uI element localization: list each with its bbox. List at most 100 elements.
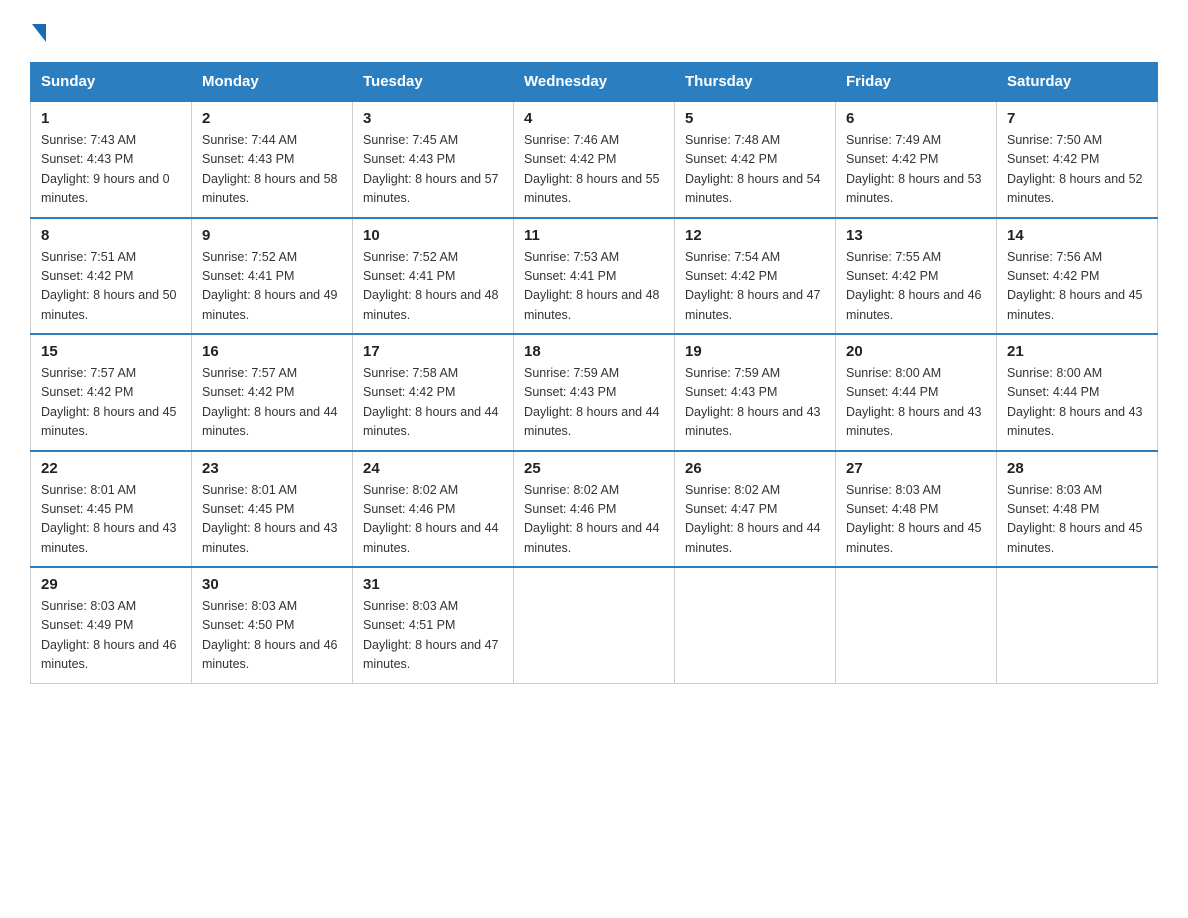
calendar-header-row: SundayMondayTuesdayWednesdayThursdayFrid…: [31, 63, 1158, 102]
day-number: 11: [524, 227, 664, 244]
day-number: 14: [1007, 227, 1147, 244]
day-info: Sunrise: 7:57 AMSunset: 4:42 PMDaylight:…: [202, 366, 338, 438]
calendar-week-row: 1 Sunrise: 7:43 AMSunset: 4:43 PMDayligh…: [31, 101, 1158, 218]
day-info: Sunrise: 7:48 AMSunset: 4:42 PMDaylight:…: [685, 133, 821, 205]
day-info: Sunrise: 7:59 AMSunset: 4:43 PMDaylight:…: [685, 366, 821, 438]
day-number: 17: [363, 343, 503, 360]
day-number: 8: [41, 227, 181, 244]
day-info: Sunrise: 8:02 AMSunset: 4:46 PMDaylight:…: [524, 483, 660, 555]
calendar-week-row: 29 Sunrise: 8:03 AMSunset: 4:49 PMDaylig…: [31, 567, 1158, 683]
day-number: 29: [41, 576, 181, 593]
logo: [30, 20, 48, 42]
calendar-cell: 30 Sunrise: 8:03 AMSunset: 4:50 PMDaylig…: [192, 567, 353, 683]
col-header-sunday: Sunday: [31, 63, 192, 102]
day-number: 20: [846, 343, 986, 360]
calendar-cell: 19 Sunrise: 7:59 AMSunset: 4:43 PMDaylig…: [675, 334, 836, 451]
day-number: 21: [1007, 343, 1147, 360]
day-info: Sunrise: 8:03 AMSunset: 4:50 PMDaylight:…: [202, 599, 338, 671]
day-number: 12: [685, 227, 825, 244]
day-number: 13: [846, 227, 986, 244]
col-header-friday: Friday: [836, 63, 997, 102]
calendar-week-row: 8 Sunrise: 7:51 AMSunset: 4:42 PMDayligh…: [31, 218, 1158, 335]
day-info: Sunrise: 7:45 AMSunset: 4:43 PMDaylight:…: [363, 133, 499, 205]
day-info: Sunrise: 7:44 AMSunset: 4:43 PMDaylight:…: [202, 133, 338, 205]
day-info: Sunrise: 8:01 AMSunset: 4:45 PMDaylight:…: [41, 483, 177, 555]
calendar-cell: 25 Sunrise: 8:02 AMSunset: 4:46 PMDaylig…: [514, 451, 675, 568]
calendar-cell: [997, 567, 1158, 683]
calendar-cell: 6 Sunrise: 7:49 AMSunset: 4:42 PMDayligh…: [836, 101, 997, 218]
day-info: Sunrise: 8:02 AMSunset: 4:47 PMDaylight:…: [685, 483, 821, 555]
day-number: 6: [846, 110, 986, 127]
calendar-cell: 21 Sunrise: 8:00 AMSunset: 4:44 PMDaylig…: [997, 334, 1158, 451]
day-info: Sunrise: 8:03 AMSunset: 4:49 PMDaylight:…: [41, 599, 177, 671]
day-info: Sunrise: 7:53 AMSunset: 4:41 PMDaylight:…: [524, 250, 660, 322]
calendar-cell: 31 Sunrise: 8:03 AMSunset: 4:51 PMDaylig…: [353, 567, 514, 683]
day-number: 26: [685, 460, 825, 477]
calendar-cell: 23 Sunrise: 8:01 AMSunset: 4:45 PMDaylig…: [192, 451, 353, 568]
calendar-week-row: 15 Sunrise: 7:57 AMSunset: 4:42 PMDaylig…: [31, 334, 1158, 451]
calendar-cell: 10 Sunrise: 7:52 AMSunset: 4:41 PMDaylig…: [353, 218, 514, 335]
calendar-cell: 1 Sunrise: 7:43 AMSunset: 4:43 PMDayligh…: [31, 101, 192, 218]
day-number: 9: [202, 227, 342, 244]
calendar-table: SundayMondayTuesdayWednesdayThursdayFrid…: [30, 62, 1158, 684]
day-info: Sunrise: 8:00 AMSunset: 4:44 PMDaylight:…: [846, 366, 982, 438]
day-number: 3: [363, 110, 503, 127]
day-info: Sunrise: 7:52 AMSunset: 4:41 PMDaylight:…: [202, 250, 338, 322]
calendar-cell: [514, 567, 675, 683]
day-number: 28: [1007, 460, 1147, 477]
day-info: Sunrise: 7:57 AMSunset: 4:42 PMDaylight:…: [41, 366, 177, 438]
calendar-cell: 24 Sunrise: 8:02 AMSunset: 4:46 PMDaylig…: [353, 451, 514, 568]
day-number: 4: [524, 110, 664, 127]
day-number: 22: [41, 460, 181, 477]
calendar-cell: 16 Sunrise: 7:57 AMSunset: 4:42 PMDaylig…: [192, 334, 353, 451]
day-number: 19: [685, 343, 825, 360]
day-info: Sunrise: 8:03 AMSunset: 4:48 PMDaylight:…: [1007, 483, 1143, 555]
calendar-cell: 15 Sunrise: 7:57 AMSunset: 4:42 PMDaylig…: [31, 334, 192, 451]
day-info: Sunrise: 7:51 AMSunset: 4:42 PMDaylight:…: [41, 250, 177, 322]
calendar-cell: 28 Sunrise: 8:03 AMSunset: 4:48 PMDaylig…: [997, 451, 1158, 568]
day-info: Sunrise: 8:00 AMSunset: 4:44 PMDaylight:…: [1007, 366, 1143, 438]
col-header-saturday: Saturday: [997, 63, 1158, 102]
day-info: Sunrise: 7:50 AMSunset: 4:42 PMDaylight:…: [1007, 133, 1143, 205]
col-header-monday: Monday: [192, 63, 353, 102]
calendar-cell: 20 Sunrise: 8:00 AMSunset: 4:44 PMDaylig…: [836, 334, 997, 451]
day-number: 24: [363, 460, 503, 477]
calendar-cell: 13 Sunrise: 7:55 AMSunset: 4:42 PMDaylig…: [836, 218, 997, 335]
day-info: Sunrise: 8:03 AMSunset: 4:48 PMDaylight:…: [846, 483, 982, 555]
calendar-cell: 26 Sunrise: 8:02 AMSunset: 4:47 PMDaylig…: [675, 451, 836, 568]
day-info: Sunrise: 7:59 AMSunset: 4:43 PMDaylight:…: [524, 366, 660, 438]
calendar-cell: 12 Sunrise: 7:54 AMSunset: 4:42 PMDaylig…: [675, 218, 836, 335]
calendar-cell: 8 Sunrise: 7:51 AMSunset: 4:42 PMDayligh…: [31, 218, 192, 335]
day-info: Sunrise: 7:56 AMSunset: 4:42 PMDaylight:…: [1007, 250, 1143, 322]
day-number: 5: [685, 110, 825, 127]
day-info: Sunrise: 7:49 AMSunset: 4:42 PMDaylight:…: [846, 133, 982, 205]
calendar-cell: 27 Sunrise: 8:03 AMSunset: 4:48 PMDaylig…: [836, 451, 997, 568]
calendar-cell: 22 Sunrise: 8:01 AMSunset: 4:45 PMDaylig…: [31, 451, 192, 568]
day-number: 7: [1007, 110, 1147, 127]
day-number: 23: [202, 460, 342, 477]
day-info: Sunrise: 8:01 AMSunset: 4:45 PMDaylight:…: [202, 483, 338, 555]
col-header-thursday: Thursday: [675, 63, 836, 102]
day-info: Sunrise: 8:02 AMSunset: 4:46 PMDaylight:…: [363, 483, 499, 555]
calendar-cell: 7 Sunrise: 7:50 AMSunset: 4:42 PMDayligh…: [997, 101, 1158, 218]
calendar-cell: 29 Sunrise: 8:03 AMSunset: 4:49 PMDaylig…: [31, 567, 192, 683]
calendar-cell: 17 Sunrise: 7:58 AMSunset: 4:42 PMDaylig…: [353, 334, 514, 451]
day-number: 1: [41, 110, 181, 127]
day-number: 18: [524, 343, 664, 360]
calendar-cell: 14 Sunrise: 7:56 AMSunset: 4:42 PMDaylig…: [997, 218, 1158, 335]
day-number: 10: [363, 227, 503, 244]
calendar-cell: 3 Sunrise: 7:45 AMSunset: 4:43 PMDayligh…: [353, 101, 514, 218]
calendar-cell: 5 Sunrise: 7:48 AMSunset: 4:42 PMDayligh…: [675, 101, 836, 218]
day-number: 31: [363, 576, 503, 593]
day-info: Sunrise: 8:03 AMSunset: 4:51 PMDaylight:…: [363, 599, 499, 671]
day-number: 15: [41, 343, 181, 360]
calendar-week-row: 22 Sunrise: 8:01 AMSunset: 4:45 PMDaylig…: [31, 451, 1158, 568]
col-header-tuesday: Tuesday: [353, 63, 514, 102]
day-info: Sunrise: 7:58 AMSunset: 4:42 PMDaylight:…: [363, 366, 499, 438]
calendar-cell: 4 Sunrise: 7:46 AMSunset: 4:42 PMDayligh…: [514, 101, 675, 218]
calendar-cell: 9 Sunrise: 7:52 AMSunset: 4:41 PMDayligh…: [192, 218, 353, 335]
day-number: 25: [524, 460, 664, 477]
day-number: 16: [202, 343, 342, 360]
day-info: Sunrise: 7:43 AMSunset: 4:43 PMDaylight:…: [41, 133, 170, 205]
page-header: [30, 20, 1158, 42]
